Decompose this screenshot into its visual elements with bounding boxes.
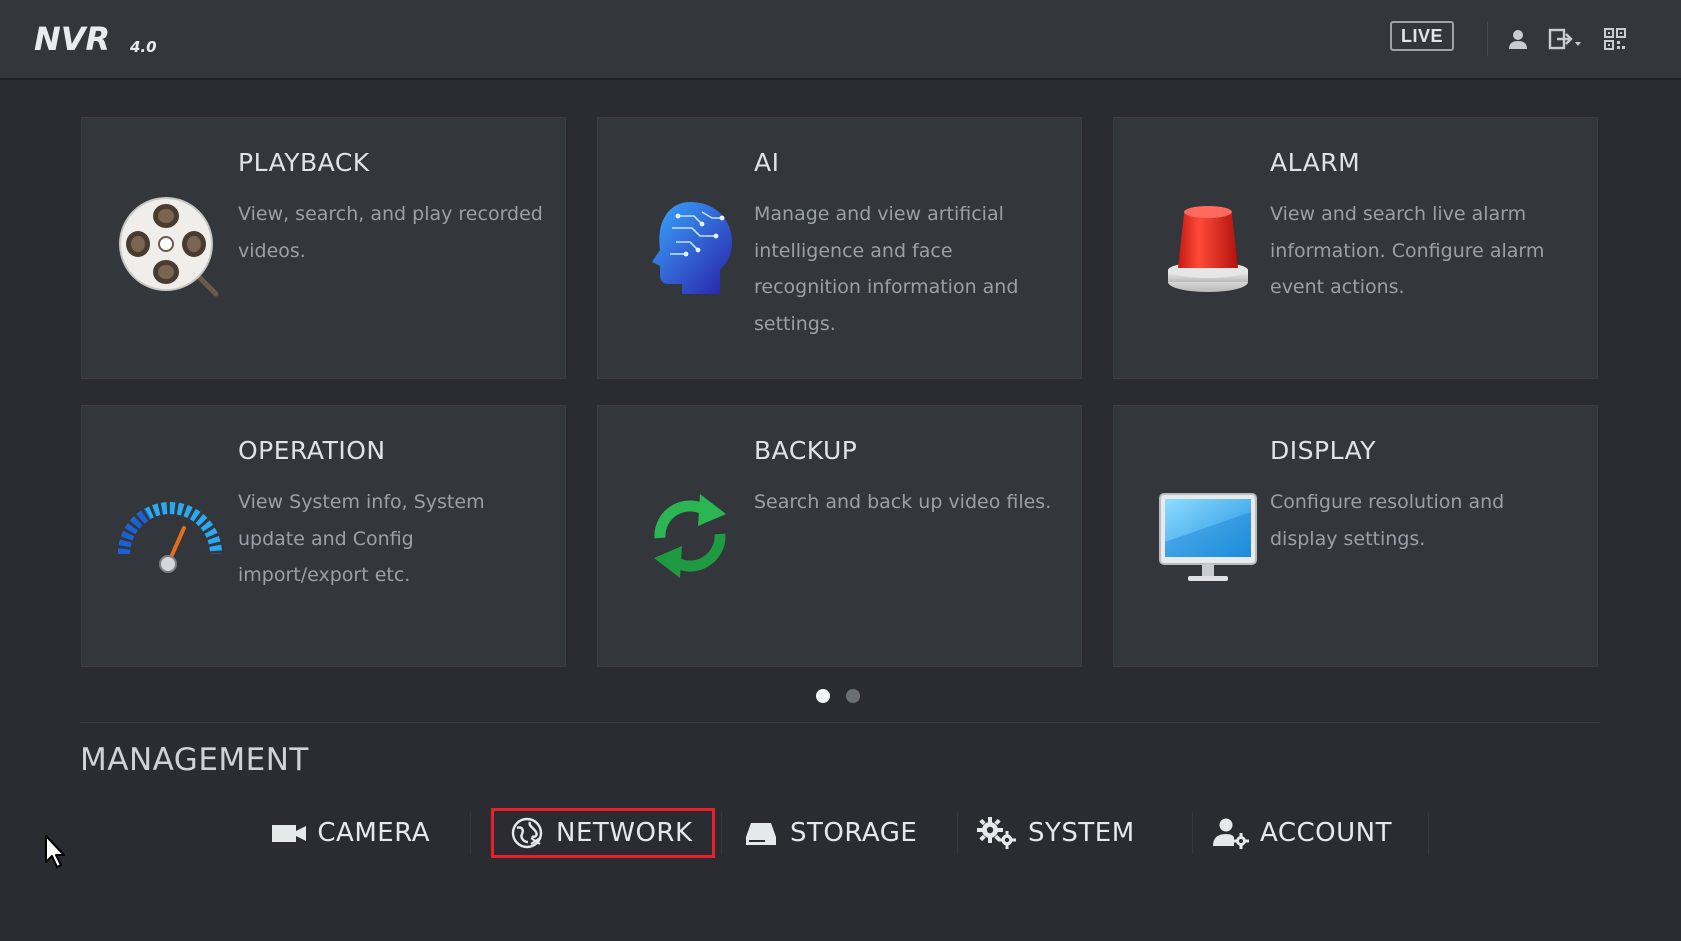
management-storage-button[interactable]: STORAGE (742, 808, 922, 858)
management-network-button[interactable]: NETWORK (491, 808, 715, 858)
page-indicator (816, 689, 860, 703)
top-divider (1487, 22, 1488, 56)
alarm-siren-icon (1164, 202, 1268, 306)
card-description: View System info, System update and Conf… (238, 491, 485, 586)
card-description: Configure resolution and display setting… (1270, 491, 1505, 550)
speedometer-icon (118, 494, 222, 598)
page-dot-2[interactable] (846, 689, 860, 703)
card-description: View and search live alarm information. … (1270, 203, 1545, 298)
qr-code-icon[interactable] (1598, 22, 1632, 56)
nvr-logo: NVR 4.0 (34, 18, 184, 62)
live-button[interactable]: LIVE (1390, 21, 1454, 51)
monitor-icon (1158, 492, 1262, 596)
management-item-label: CAMERA (317, 818, 430, 848)
card-description: View, search, and play recorded videos. (238, 203, 543, 262)
management-item-label: ACCOUNT (1260, 818, 1392, 848)
management-camera-button[interactable]: CAMERA (270, 808, 430, 858)
backup-arrows-icon (642, 484, 746, 588)
alarm-card[interactable]: ALARM View and search live alarm informa… (1113, 117, 1598, 379)
display-card[interactable]: DISPLAY Configure resolution and display… (1113, 405, 1598, 667)
card-title: BACKUP (754, 436, 858, 465)
management-item-label: SYSTEM (1028, 818, 1135, 848)
svg-text:NVR: NVR (34, 20, 110, 58)
gears-icon (976, 816, 1018, 850)
account-settings-icon (1212, 816, 1250, 850)
management-separator (1192, 812, 1193, 854)
svg-text:4.0: 4.0 (129, 38, 157, 56)
page-dot-1[interactable] (816, 689, 830, 703)
card-title: DISPLAY (1270, 436, 1377, 465)
logout-icon[interactable] (1548, 22, 1582, 56)
operation-card[interactable]: OPERATION View System info, System updat… (81, 405, 566, 667)
management-item-label: NETWORK (556, 818, 693, 848)
management-separator (957, 812, 958, 854)
network-globe-icon (508, 816, 546, 850)
user-icon[interactable] (1501, 22, 1535, 56)
management-separator (470, 812, 471, 854)
management-system-button[interactable]: SYSTEM (976, 808, 1146, 858)
ai-card[interactable]: AI Manage and view artificial intelligen… (597, 117, 1082, 379)
mouse-pointer-icon (44, 834, 70, 870)
top-bar: NVR 4.0 LIVE (0, 0, 1681, 80)
backup-card[interactable]: BACKUP Search and back up video files. (597, 405, 1082, 667)
storage-drive-icon (742, 816, 780, 850)
card-title: PLAYBACK (238, 148, 370, 177)
management-separator (721, 812, 722, 854)
section-divider (80, 722, 1600, 723)
management-item-label: STORAGE (790, 818, 918, 848)
management-title: MANAGEMENT (80, 742, 309, 778)
camera-icon (270, 816, 307, 850)
card-title: AI (754, 148, 780, 177)
management-account-button[interactable]: ACCOUNT (1212, 808, 1402, 858)
card-title: OPERATION (238, 436, 386, 465)
ai-brain-head-icon (642, 198, 746, 302)
playback-card[interactable]: PLAYBACK View, search, and play recorded… (81, 117, 566, 379)
card-title: ALARM (1270, 148, 1361, 177)
card-description: Search and back up video files. (754, 491, 1052, 513)
card-description: Manage and view artificial intelligence … (754, 203, 1019, 335)
management-separator (1428, 812, 1429, 854)
film-reel-icon (118, 196, 222, 300)
